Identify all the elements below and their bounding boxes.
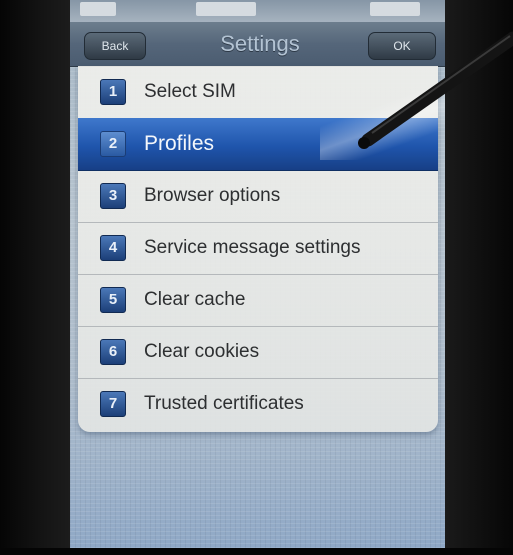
- page-title: Settings: [220, 31, 300, 56]
- menu-item-clear-cache[interactable]: 5 Clear cache: [78, 274, 438, 327]
- number-6-icon: 6: [100, 339, 126, 365]
- menu-item-label: Clear cache: [144, 289, 246, 310]
- status-indicator: [370, 2, 420, 16]
- menu-item-label: Trusted certificates: [144, 393, 304, 414]
- menu-item-label: Browser options: [144, 185, 281, 206]
- status-bar: [70, 0, 445, 22]
- status-indicator: [196, 2, 256, 16]
- phone-bezel-left: [0, 0, 70, 555]
- menu-item-label: Select SIM: [144, 81, 236, 102]
- status-indicator: [80, 2, 116, 16]
- menu-item-select-sim[interactable]: 1 Select SIM: [78, 66, 438, 119]
- menu-item-label: Profiles: [144, 132, 215, 155]
- number-4-icon: 4: [100, 235, 126, 261]
- number-2-icon: 2: [100, 131, 126, 157]
- number-5-icon: 5: [100, 287, 126, 313]
- number-3-icon: 3: [100, 183, 126, 209]
- title-bar: Back Settings OK: [70, 22, 445, 67]
- ok-button[interactable]: OK: [368, 32, 436, 60]
- number-7-icon: 7: [100, 391, 126, 417]
- menu-item-profiles[interactable]: 2 Profiles: [78, 118, 438, 171]
- phone-screen: Back Settings OK 1 Select SIM 2 Profiles…: [70, 0, 445, 548]
- menu-item-label: Service message settings: [144, 237, 361, 258]
- menu-item-trusted-certificates[interactable]: 7 Trusted certificates: [78, 378, 438, 430]
- number-1-icon: 1: [100, 79, 126, 105]
- settings-list: 1 Select SIM 2 Profiles 3 Browser option…: [78, 66, 438, 432]
- menu-item-label: Clear cookies: [144, 341, 260, 362]
- phone-bezel-bottom: [0, 548, 513, 555]
- menu-item-service-message-settings[interactable]: 4 Service message settings: [78, 222, 438, 275]
- menu-item-browser-options[interactable]: 3 Browser options: [78, 170, 438, 223]
- phone-bezel-right: [445, 0, 513, 555]
- menu-item-clear-cookies[interactable]: 6 Clear cookies: [78, 326, 438, 379]
- back-button[interactable]: Back: [84, 32, 146, 60]
